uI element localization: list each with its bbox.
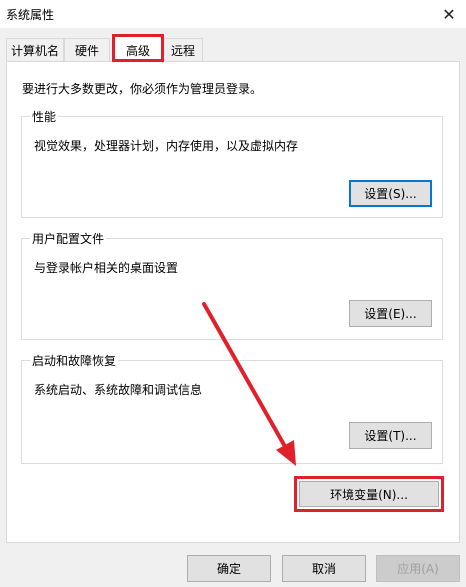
user-profiles-group: 用户配置文件 与登录帐户相关的桌面设置 设置(E)... [21, 230, 443, 340]
tab-computer-name[interactable]: 计算机名 [6, 38, 64, 62]
user-profiles-settings-button[interactable]: 设置(E)... [349, 300, 432, 327]
cancel-button[interactable]: 取消 [282, 555, 366, 582]
window-title: 系统属性 [6, 8, 55, 22]
user-profiles-desc: 与登录帐户相关的桌面设置 [34, 261, 179, 275]
tab-hardware[interactable]: 硬件 [64, 38, 110, 62]
startup-recovery-group: 启动和故障恢复 系统启动、系统故障和调试信息 设置(T)... [21, 352, 443, 464]
system-properties-window: 系统属性 ✕ 计算机名 硬件 高级 远程 要进行大多数更改，你必须作为管理员登录… [0, 0, 466, 587]
admin-notice: 要进行大多数更改，你必须作为管理员登录。 [22, 82, 263, 96]
performance-group-title: 性能 [30, 108, 59, 125]
startup-recovery-group-title: 启动和故障恢复 [30, 352, 119, 369]
performance-group: 性能 视觉效果，处理器计划，内存使用，以及虚拟内存 设置(S)... [21, 108, 443, 218]
title-bar[interactable]: 系统属性 ✕ [0, 0, 466, 28]
close-icon[interactable]: ✕ [438, 3, 460, 25]
environment-variables-button[interactable]: 环境变量(N)... [299, 481, 439, 507]
performance-settings-button[interactable]: 设置(S)... [349, 180, 432, 207]
tab-strip: 计算机名 硬件 高级 远程 [6, 36, 460, 63]
apply-button[interactable]: 应用(A) [376, 555, 460, 582]
ok-button[interactable]: 确定 [187, 555, 271, 582]
startup-recovery-settings-button[interactable]: 设置(T)... [349, 422, 432, 449]
performance-desc: 视觉效果，处理器计划，内存使用，以及虚拟内存 [34, 139, 299, 153]
user-profiles-group-title: 用户配置文件 [30, 230, 107, 247]
tab-advanced[interactable]: 高级 [113, 36, 163, 63]
tab-remote[interactable]: 远程 [163, 38, 203, 62]
startup-recovery-desc: 系统启动、系统故障和调试信息 [34, 383, 203, 397]
